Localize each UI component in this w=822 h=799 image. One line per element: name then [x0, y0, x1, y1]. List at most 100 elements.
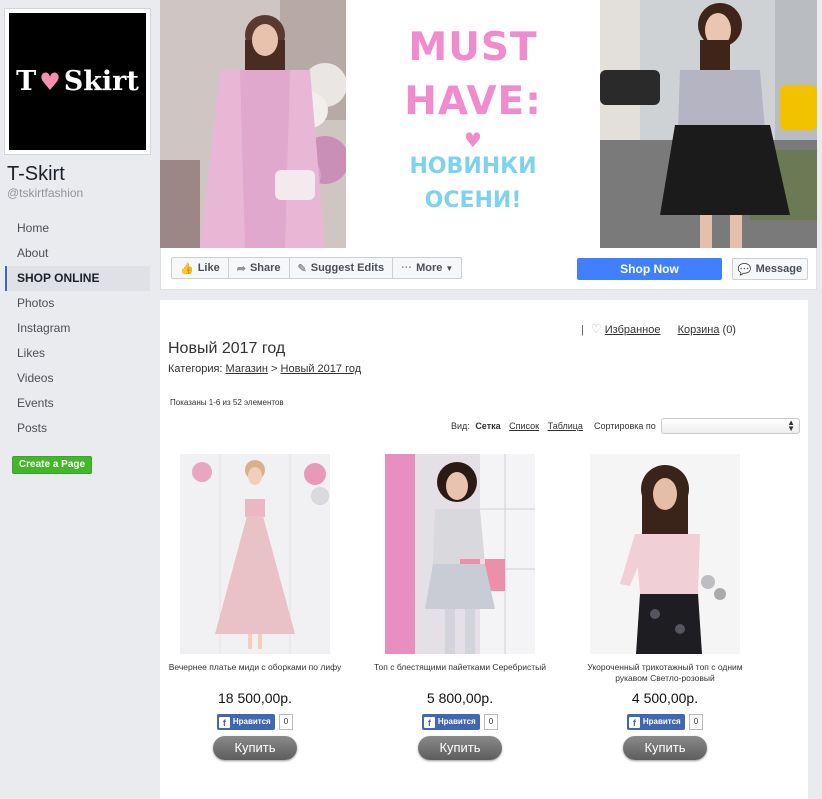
nav-item-about[interactable]: About — [5, 241, 150, 266]
share-label: Share — [249, 262, 281, 274]
sort-select[interactable]: ▲ ▼ — [661, 418, 800, 434]
cover-text: MUST HAVE: ♥ НОВИНКИ ОСЕНИ! — [346, 0, 600, 248]
view-label: Вид: — [451, 421, 470, 431]
nav-item-likes[interactable]: Likes — [5, 341, 150, 366]
cover-line-oseni: ОСЕНИ! — [424, 188, 522, 213]
fb-like-count: 0 — [278, 714, 294, 730]
fb-like-widget: f Нравится 0 — [160, 714, 350, 730]
pink-dress-photo — [180, 454, 330, 654]
favorites-link[interactable]: Избранное — [605, 324, 661, 336]
cover-photo-right — [600, 0, 817, 248]
fb-like-count: 0 — [688, 714, 704, 730]
share-button[interactable]: ➦ Share — [227, 257, 290, 279]
fb-like-count: 0 — [483, 714, 499, 730]
shop-now-button[interactable]: Shop Now — [577, 258, 722, 280]
create-page-button[interactable]: Create a Page — [12, 456, 92, 474]
links-separator: | — [581, 324, 584, 336]
shop-panel: | ♡ Избранное Корзина (0) Новый 2017 год… — [160, 300, 808, 799]
ellipsis-icon: ··· — [401, 262, 413, 274]
product-image[interactable] — [385, 454, 535, 654]
like-label: Like — [197, 262, 220, 274]
cover-line-must: MUST — [408, 25, 538, 70]
fb-like-widget: f Нравится 0 — [570, 714, 760, 730]
breadcrumb-current-link[interactable]: Новый 2017 год — [281, 363, 362, 375]
product-card: Вечернее платье миди с оборками по лифу … — [160, 454, 350, 760]
product-image[interactable] — [180, 454, 330, 654]
facebook-icon: f — [628, 716, 640, 728]
nav-item-posts[interactable]: Posts — [5, 416, 150, 441]
cart-count: (0) — [722, 324, 736, 336]
fb-like-label: Нравится — [437, 717, 476, 726]
view-list-link[interactable]: Список — [509, 421, 539, 431]
sequin-top-photo — [385, 454, 535, 654]
message-label: Message — [755, 263, 803, 275]
buy-button[interactable]: Купить — [213, 736, 297, 760]
messenger-icon: 💬 — [737, 263, 752, 276]
product-price: 18 500,00р. — [218, 690, 292, 706]
product-price: 5 800,00р. — [426, 690, 494, 706]
suggest-label: Suggest Edits — [310, 262, 385, 274]
cover-photo-left — [160, 0, 346, 248]
product-name[interactable]: Топ с блестящими пайетками Серебристый — [365, 662, 555, 686]
select-arrows-icon: ▲ ▼ — [787, 418, 795, 433]
one-sleeve-top-photo — [590, 454, 740, 654]
heart-outline-icon: ♡ — [590, 322, 602, 336]
logo-text-right: Skirt — [63, 66, 139, 97]
suggest-edits-button[interactable]: ✎ Suggest Edits — [288, 257, 394, 279]
nav-item-shop-online[interactable]: SHOP ONLINE — [5, 266, 150, 291]
more-label: More — [416, 262, 443, 274]
product-card: Укороченный трикотажный топ с одним рука… — [570, 454, 760, 760]
cover-line-novinki: НОВИНКИ — [409, 154, 537, 179]
breadcrumb: Категория: Магазин > Новый 2017 год — [168, 363, 361, 375]
buy-button[interactable]: Купить — [623, 736, 707, 760]
logo-heart-icon: ♥ — [39, 67, 61, 96]
fb-like-widget: f Нравится 0 — [365, 714, 555, 730]
message-button[interactable]: 💬 Message — [732, 258, 808, 280]
page-nav: Home About SHOP ONLINE Photos Instagram … — [5, 216, 150, 441]
breadcrumb-arrow: > — [271, 363, 278, 375]
page-handle[interactable]: @tskirtfashion — [7, 186, 83, 200]
cart-link[interactable]: Корзина — [678, 324, 720, 336]
product-name[interactable]: Вечернее платье миди с оборками по лифу — [160, 662, 350, 686]
caret-down-icon: ▼ — [445, 263, 454, 273]
sort-label: Сортировка по — [594, 421, 656, 431]
view-grid-option[interactable]: Сетка — [475, 421, 500, 431]
product-card: Топ с блестящими пайетками Серебристый 5… — [365, 454, 555, 760]
share-arrow-icon: ➦ — [236, 262, 246, 275]
cover-heart-icon: ♥ — [464, 128, 482, 152]
page-name[interactable]: T-Skirt — [7, 163, 65, 186]
page-action-bar: 👍 Like ➦ Share ✎ Suggest Edits ··· More ▼ Sho… — [160, 248, 817, 290]
buy-button[interactable]: Купить — [418, 736, 502, 760]
logo: T ♥ Skirt — [9, 13, 146, 150]
woman-pink-coat-image — [160, 0, 346, 248]
breadcrumb-label: Категория: — [168, 363, 223, 375]
category-title: Новый 2017 год — [168, 340, 286, 357]
fb-like-label: Нравится — [232, 717, 271, 726]
nav-item-events[interactable]: Events — [5, 391, 150, 416]
nav-item-home[interactable]: Home — [5, 216, 150, 241]
logo-text-left: T — [16, 66, 37, 97]
nav-item-videos[interactable]: Videos — [5, 366, 150, 391]
pencil-icon: ✎ — [297, 262, 307, 275]
nav-item-instagram[interactable]: Instagram — [5, 316, 150, 341]
view-switcher: Вид: Сетка Список Таблица — [451, 421, 586, 431]
product-image[interactable] — [590, 454, 740, 654]
nav-item-photos[interactable]: Photos — [5, 291, 150, 316]
facebook-icon: f — [218, 716, 230, 728]
cover-line-have: HAVE: — [404, 79, 542, 124]
cover-photo[interactable]: MUST HAVE: ♥ НОВИНКИ ОСЕНИ! — [160, 0, 817, 248]
view-table-link[interactable]: Таблица — [548, 421, 583, 431]
product-name[interactable]: Укороченный трикотажный топ с одним рука… — [570, 662, 760, 686]
results-count: Показаны 1-6 из 52 элементов — [170, 398, 284, 407]
like-button[interactable]: 👍 Like — [171, 257, 229, 279]
fb-like-button[interactable]: f Нравится — [626, 714, 685, 730]
fb-like-button[interactable]: f Нравится — [216, 714, 275, 730]
breadcrumb-shop-link[interactable]: Магазин — [226, 363, 268, 375]
facebook-icon: f — [423, 716, 435, 728]
more-button[interactable]: ··· More ▼ — [392, 257, 463, 279]
fb-like-label: Нравится — [642, 717, 681, 726]
shop-top-links: | ♡ Избранное Корзина (0) — [581, 322, 736, 336]
product-price: 4 500,00р. — [631, 690, 699, 706]
profile-picture[interactable]: T ♥ Skirt — [4, 8, 151, 155]
fb-like-button[interactable]: f Нравится — [421, 714, 480, 730]
